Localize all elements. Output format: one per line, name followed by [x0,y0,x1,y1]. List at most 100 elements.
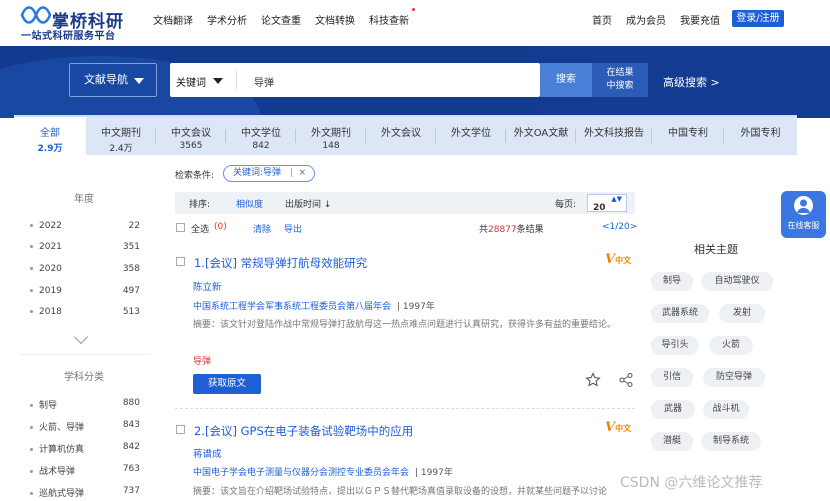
bullet-icon [30,245,33,248]
year-count: 513 [122,307,140,317]
related-tag[interactable]: 战斗机 [703,400,749,419]
share-icon[interactable] [618,372,634,388]
nav-recharge[interactable]: 我要充值 [680,12,720,27]
result-source[interactable]: 中国系统工程学会军事系统工程委员会第八届年会 | 1997年 [193,299,435,312]
online-service-button[interactable]: 在线客服 [781,191,826,238]
related-tag[interactable]: 发射 [719,304,765,323]
sort-relevance[interactable]: 相似度 [236,197,263,210]
subject-filter-item[interactable]: 制导 880 [30,398,140,411]
year-label: 2021 [39,242,62,252]
search-field-select[interactable]: 关键词 [176,74,206,89]
select-all-checkbox[interactable] [176,223,185,232]
related-tag[interactable]: 自动驾驶仪 [701,272,773,291]
total-suffix: 条结果 [516,225,544,235]
search-in-results-button[interactable]: 在结果 中搜索 [592,63,648,97]
per-page-select[interactable]: 20 ▲▼ [587,194,627,213]
year-filter-item[interactable]: 2018 513 [30,307,140,317]
result-source[interactable]: 中国电子学会电子测量与仪器分会测控专业委员会年会 | 1997年 [193,465,453,478]
new-dot-icon [412,8,415,11]
bullet-icon [30,448,33,451]
year-filter-item[interactable]: 2019 497 [30,286,140,296]
year-filter-item[interactable]: 2020 358 [30,264,140,274]
source-year-value: 1997年 [420,468,453,478]
result-checkbox[interactable] [176,425,185,434]
related-tag[interactable]: 潜艇 [651,432,693,451]
pager[interactable]: <1/20> [602,222,637,232]
tab-label: 外文学位 [451,128,491,139]
condition-chip[interactable]: 关键词:导弹 | × [223,165,315,182]
year-filter-item[interactable]: 2021 351 [30,242,140,252]
related-tag[interactable]: 武器 [651,400,695,419]
tab-cn-conference[interactable]: 中文会议 3565 [156,117,226,157]
subject-filter-item[interactable]: 战术导弹 763 [30,464,140,477]
related-tag[interactable]: 导引头 [651,336,699,355]
nav-academic-analysis[interactable]: 学术分析 [207,12,247,27]
search-input[interactable]: 导弹 [254,74,274,89]
search-button[interactable]: 搜索 [540,63,592,97]
nav-novelty-search-label: 科技查新 [369,16,409,27]
source-year: | 1997年 [415,468,453,478]
language-badge: V中文 [605,252,631,267]
subject-count: 737 [122,486,140,496]
related-tag[interactable]: 引信 [651,368,693,387]
tab-count: 2.4万 [109,144,133,154]
get-fulltext-button[interactable]: 获取原文 [193,374,261,394]
literature-nav-dropdown[interactable]: 文献导航 [69,63,157,97]
related-tag[interactable]: 防空导弹 [703,368,765,387]
related-tag[interactable]: 火箭 [709,336,753,355]
nav-doc-translate[interactable]: 文档翻译 [153,12,193,27]
subject-label: 火箭、导弹 [39,423,85,433]
tab-count: 3565 [179,141,203,151]
tab-label: 外文会议 [381,128,421,139]
logo[interactable]: 掌桥科研 一站式科研服务平台 [20,5,140,42]
tab-foreign-conference[interactable]: 外文会议 [366,117,436,157]
tab-foreign-tech-report[interactable]: 外文科技报告 [576,117,652,157]
select-all-label[interactable]: 全选 [191,222,209,235]
result-checkbox[interactable] [176,257,185,266]
advanced-search-link[interactable]: 高级搜索 > [663,74,720,90]
export-button[interactable]: 导出 [284,222,302,235]
tab-cn-degree[interactable]: 中文学位 842 [226,117,296,157]
clear-button[interactable]: 清除 [253,222,271,235]
tab-cn-journal[interactable]: 中文期刊 2.4万 [86,117,156,157]
favorite-star-icon[interactable] [585,372,601,388]
tab-cn-patent[interactable]: 中国专利 [652,117,724,157]
subject-label: 制导 [39,401,58,411]
sort-pubtime[interactable]: 出版时间 ↓ [285,197,331,210]
bullet-icon [30,224,33,227]
subject-label: 计算机仿真 [39,445,85,455]
result-author[interactable]: 蒋谱成 [193,446,222,460]
tab-count: 148 [322,141,340,151]
tab-label: 中文学位 [241,128,281,139]
nav-doc-convert[interactable]: 文档转换 [315,12,355,27]
related-tag[interactable]: 武器系统 [651,304,709,323]
tab-foreign-patent[interactable]: 外国专利 [724,117,797,157]
subject-filter-item[interactable]: 计算机仿真 842 [30,442,140,455]
close-icon[interactable]: × [298,166,306,181]
tab-all[interactable]: 全部 2.9万 [14,117,86,157]
related-tag[interactable]: 制导系统 [701,432,761,451]
result-keyword[interactable]: 导弹 [193,354,211,367]
subject-filter-item[interactable]: 火箭、导弹 843 [30,420,140,433]
subject-count: 763 [122,464,140,474]
nav-novelty-search[interactable]: 科技查新 [369,8,415,27]
result-title[interactable]: 2.[会议] GPS在电子装备试验靶场中的应用 [194,423,413,439]
related-tag[interactable]: 制导 [651,272,693,291]
nav-membership[interactable]: 成为会员 [626,12,666,27]
nav-plagiarism-check[interactable]: 论文查重 [261,12,301,27]
bullet-icon [30,310,33,313]
tab-foreign-degree[interactable]: 外文学位 [436,117,506,157]
login-button[interactable]: 登录/注册 [732,10,784,27]
subject-label: 战术导弹 [39,467,76,477]
subject-filter-item[interactable]: 巡航式导弹 737 [30,486,140,499]
result-title[interactable]: 1.[会议] 常规导弹打航母效能研究 [194,255,367,271]
nav-home[interactable]: 首页 [592,12,612,27]
chevron-down-icon[interactable] [73,329,89,345]
result-author[interactable]: 陈立新 [193,279,222,293]
caret-down-icon [134,78,144,84]
tab-foreign-journal[interactable]: 外文期刊 148 [296,117,366,157]
database-tabs: 全部 2.9万 中文期刊 2.4万 中文会议 3565 中文学位 842 外文期… [14,115,797,157]
tab-foreign-oa[interactable]: 外文OA文献 [506,117,576,157]
subject-label: 巡航式导弹 [39,489,85,499]
year-filter-item[interactable]: 2022 22 [30,221,140,231]
